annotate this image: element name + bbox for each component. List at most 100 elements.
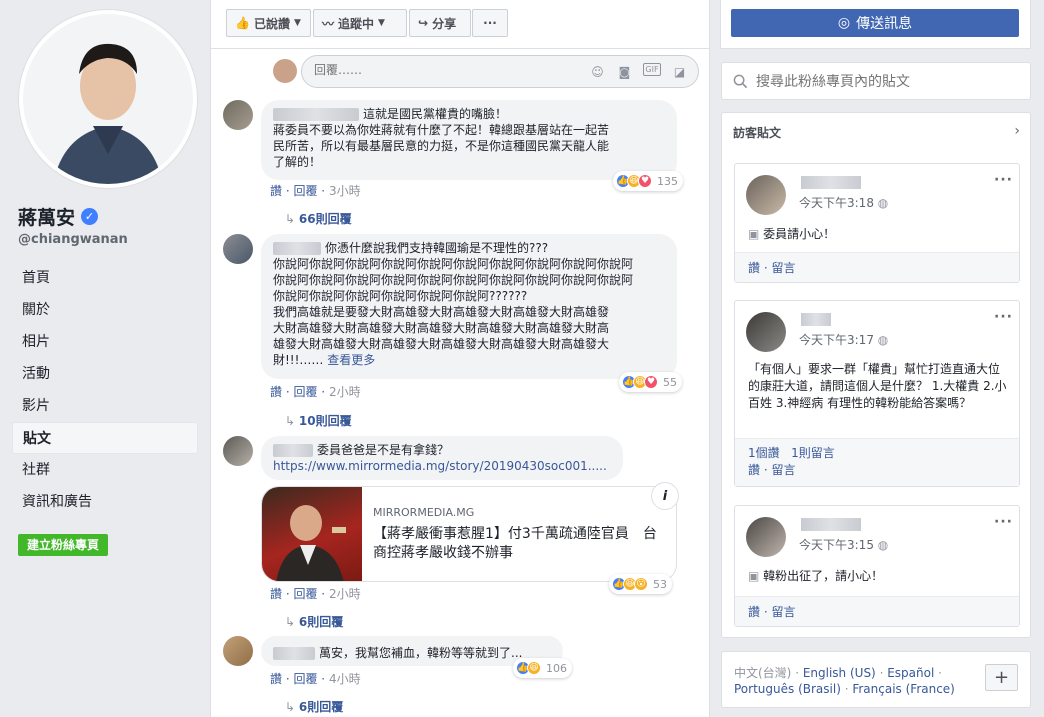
comment-link[interactable]: 留言 [771,261,795,275]
reaction-summary[interactable]: 👍 😆 ♥ 135 [613,171,683,191]
translate-icon: ▣ [748,569,760,583]
emoji-icon[interactable]: ☺ [589,63,606,80]
commenter-name-blurred[interactable] [273,444,313,457]
more-dots-icon[interactable]: ··· [994,514,1013,530]
nav-item-videos[interactable]: 影片 [12,390,198,422]
commenter-avatar[interactable] [223,100,253,130]
link-preview-card[interactable]: MIRRORMEDIA.MG 【蔣孝嚴衝事惹腥1】付3千萬疏通陸官員 台商控蔣孝… [261,486,677,582]
comment-time[interactable]: 2小時 [329,587,361,601]
chevron-down-icon: ▼ [378,18,385,28]
visitor-post-time[interactable]: 今天下午3:17 ◍ [799,331,888,348]
see-more-link[interactable]: 查看更多 [327,353,375,367]
info-icon[interactable]: i [651,482,679,510]
nav-item-about[interactable]: 關於 [12,294,198,326]
visitor-post-text: ▣ 委員請小心！ [748,227,836,241]
comment-link-url[interactable]: https://www.mirrormedia.mg/story/2019043… [273,458,611,474]
page-post-search[interactable] [721,62,1031,100]
reaction-summary[interactable]: 👍 😆 106 [513,658,572,678]
visitor-posts-title[interactable]: 訪客貼文 [733,124,781,141]
reply-link[interactable]: 回覆 [293,672,317,686]
send-message-button[interactable]: ◎ 傳送訊息 [731,9,1019,37]
nav-item-events[interactable]: 活動 [12,358,198,390]
comment-bubble: 這就是國民黨權貴的嘴臉！ 蔣委員不要以為你姓蔣就有什麼了不起！韓總跟基層站在一起… [261,100,677,180]
more-dots-icon: ··· [483,16,497,30]
comment-time[interactable]: 4小時 [329,672,361,686]
more-dots-icon[interactable]: ··· [994,172,1013,188]
sticker-icon[interactable]: ◪ [671,63,688,80]
like-count[interactable]: 1個讚 [748,446,780,460]
view-replies-link[interactable]: ↳ 66則回覆 [285,210,352,227]
comment-link[interactable]: 留言 [771,605,795,619]
like-link[interactable]: 讚 [748,463,760,477]
create-page-button[interactable]: 建立粉絲專頁 [18,534,109,556]
love-reaction-icon: ♥ [638,174,652,188]
page-post-search-input[interactable] [756,74,1016,90]
comment-link[interactable]: 留言 [771,463,795,477]
gif-icon[interactable]: GIF [643,63,661,76]
nav-item-photos[interactable]: 相片 [12,326,198,358]
comment-count[interactable]: 1則留言 [791,446,835,460]
verified-badge-icon: ✓ [81,208,99,225]
commenter-name-blurred[interactable] [273,242,321,255]
post-comments-column: 👍 已說讚 ▼ 〰 追蹤中 ▼ ↪ 分享 ··· ☺ ◙ GIF ◪ 這就是國民… [210,0,710,717]
commenter-avatar[interactable] [223,436,253,466]
comment-time[interactable]: 3小時 [329,184,361,198]
language-link-english[interactable]: English (US) [803,666,876,680]
commenter-name-blurred[interactable] [273,108,359,121]
page-handle[interactable]: @chiangwanan [18,232,128,247]
view-replies-link[interactable]: ↳ 10則回覆 [285,412,352,429]
nav-item-community[interactable]: 社群 [12,454,198,486]
reply-arrow-icon: ↳ [285,212,299,226]
view-replies-link[interactable]: ↳ 6則回覆 [285,698,343,715]
page-name[interactable]: 蔣萬安 ✓ [18,203,99,230]
more-languages-button[interactable]: + [985,664,1018,691]
visitor-name-blurred[interactable] [801,518,861,531]
reaction-summary[interactable]: 👍 😆 ♥ 55 [619,372,682,392]
nav-item-home[interactable]: 首頁 [12,262,198,294]
visitor-post: 今天下午3:18 ◍ ··· ▣ 委員請小心！ 讚 · 留言 [734,163,1020,283]
reaction-summary[interactable]: 👍 😆 😮 53 [609,574,672,594]
share-button[interactable]: ↪ 分享 [409,9,471,37]
visitor-post-time[interactable]: 今天下午3:18 ◍ [799,194,888,211]
reply-link[interactable]: 回覆 [293,587,317,601]
messenger-icon: ◎ [837,15,851,31]
commenter-name-blurred[interactable] [273,647,315,660]
liked-button[interactable]: 👍 已說讚 ▼ [226,9,311,37]
following-button[interactable]: 〰 追蹤中 ▼ [313,9,407,37]
reply-link[interactable]: 回覆 [293,184,317,198]
chevron-right-icon[interactable]: › [1014,123,1020,139]
commenter-avatar[interactable] [223,636,253,666]
nav-item-posts[interactable]: 貼文 [12,422,198,454]
visitor-post-time[interactable]: 今天下午3:15 ◍ [799,536,888,553]
language-link-spanish[interactable]: Español [887,666,934,680]
reply-box-tools: ☺ ◙ GIF ◪ [589,63,688,80]
like-link[interactable]: 讚 [748,261,760,275]
rss-icon: 〰 [322,16,335,31]
visitor-avatar[interactable] [746,312,786,352]
profile-picture[interactable] [19,10,197,188]
language-link-french[interactable]: Français (France) [852,682,955,696]
camera-icon[interactable]: ◙ [616,63,633,80]
view-replies-link[interactable]: ↳ 6則回覆 [285,613,343,630]
language-link-portuguese[interactable]: Português (Brasil) [734,682,841,696]
reply-box[interactable]: ☺ ◙ GIF ◪ [301,55,699,88]
visitor-name-blurred[interactable] [801,313,831,326]
reply-input[interactable] [314,63,564,77]
reply-link[interactable]: 回覆 [293,385,317,399]
visitor-posts-card: 訪客貼文 › 今天下午3:18 ◍ ··· ▣ 委員請小心！ 讚 · 留言 今天… [721,112,1031,638]
wow-reaction-icon: 😮 [634,577,648,591]
like-link[interactable]: 讚 [748,605,760,619]
comment-time[interactable]: 2小時 [329,385,361,399]
more-options-button[interactable]: ··· [472,9,508,37]
comment-actions: 讚 · 回覆 · 3小時 [270,184,361,198]
visitor-name-blurred[interactable] [801,176,861,189]
visitor-avatar[interactable] [746,517,786,557]
like-link[interactable]: 讚 [270,672,282,686]
like-link[interactable]: 讚 [270,587,282,601]
like-link[interactable]: 讚 [270,385,282,399]
commenter-avatar[interactable] [223,234,253,264]
nav-item-info-ads[interactable]: 資訊和廣告 [12,486,198,518]
more-dots-icon[interactable]: ··· [994,309,1013,325]
visitor-avatar[interactable] [746,175,786,215]
like-link[interactable]: 讚 [270,184,282,198]
